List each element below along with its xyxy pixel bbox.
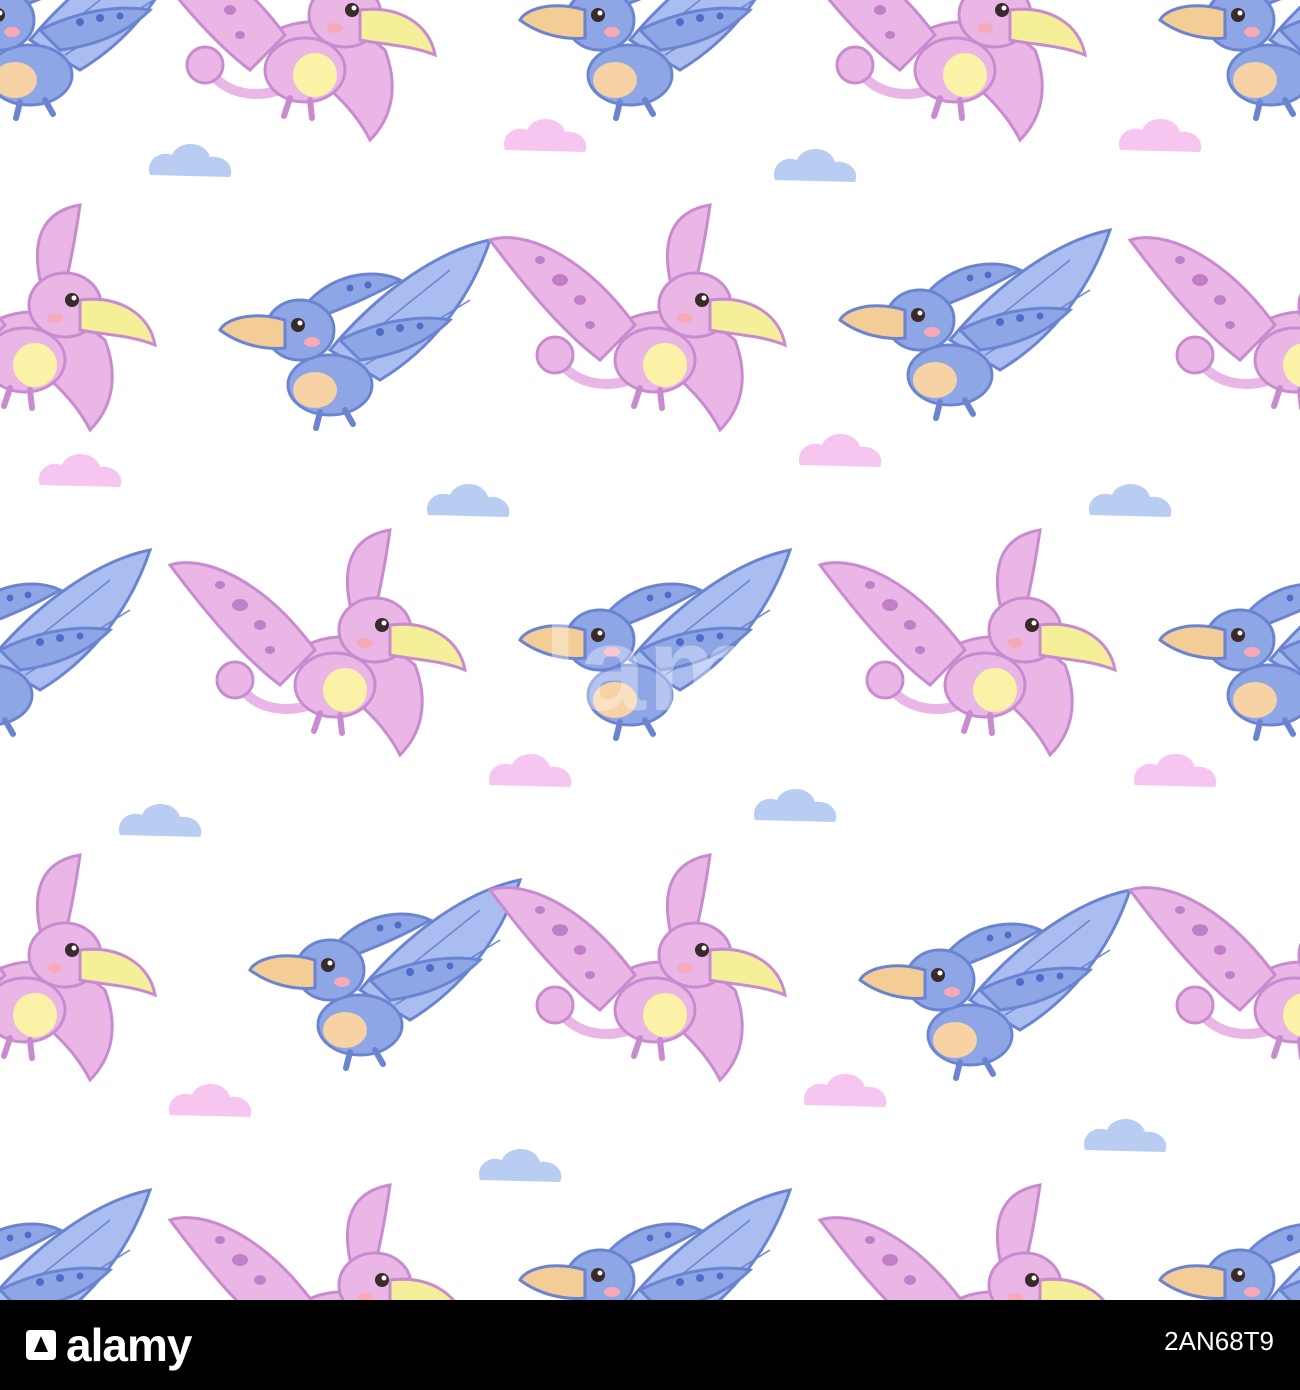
alamy-logo[interactable]: alamy bbox=[24, 1314, 192, 1376]
pattern-canvas bbox=[0, 0, 1300, 1300]
blue-cloud bbox=[427, 483, 510, 517]
blue-pterodactyl bbox=[520, 0, 790, 118]
pink-pterodactyl bbox=[0, 855, 155, 1080]
pink-pterodactyl bbox=[1130, 855, 1300, 1080]
pink-pterodactyl bbox=[140, 0, 435, 140]
pink-pterodactyl bbox=[1130, 205, 1300, 430]
pink-cloud bbox=[1134, 753, 1217, 787]
pink-cloud bbox=[39, 453, 122, 487]
pink-pterodactyl bbox=[170, 530, 465, 755]
blue-cloud bbox=[149, 143, 232, 177]
blue-pterodactyl bbox=[520, 1190, 790, 1300]
pink-pterodactyl bbox=[490, 855, 785, 1080]
footer-bar: alamy 2AN68T9 bbox=[0, 1300, 1300, 1390]
pink-cloud bbox=[1119, 118, 1202, 152]
seamless-pattern: alamy bbox=[0, 0, 1300, 1300]
pink-pterodactyl bbox=[820, 530, 1115, 755]
blue-cloud bbox=[1084, 1118, 1167, 1152]
pink-cloud bbox=[169, 1083, 252, 1117]
blue-pterodactyl bbox=[860, 890, 1130, 1078]
pink-cloud bbox=[489, 753, 572, 787]
blue-pterodactyl bbox=[1160, 550, 1300, 738]
pink-pterodactyl bbox=[490, 205, 785, 430]
blue-pterodactyl bbox=[1160, 0, 1300, 118]
pink-cloud bbox=[799, 433, 882, 467]
logo-text: alamy bbox=[66, 1319, 192, 1371]
pink-pterodactyl bbox=[790, 0, 1085, 140]
pink-pterodactyl bbox=[820, 1185, 1115, 1300]
blue-cloud bbox=[119, 803, 202, 837]
pink-cloud bbox=[804, 1073, 887, 1107]
alamy-logo-icon bbox=[26, 1330, 56, 1360]
image-id-label: 2AN68T9 bbox=[1164, 1326, 1274, 1356]
pink-pterodactyl bbox=[170, 1185, 465, 1300]
blue-cloud bbox=[479, 1148, 562, 1182]
blue-cloud bbox=[754, 788, 837, 822]
blue-pterodactyl bbox=[840, 230, 1110, 418]
blue-pterodactyl bbox=[0, 1190, 150, 1300]
pink-pterodactyl bbox=[0, 205, 155, 430]
blue-pterodactyl bbox=[250, 880, 520, 1068]
blue-pterodactyl bbox=[220, 240, 490, 428]
blue-pterodactyl bbox=[0, 550, 150, 738]
blue-pterodactyl bbox=[0, 0, 190, 118]
blue-cloud bbox=[1089, 483, 1172, 517]
blue-pterodactyl bbox=[1160, 1190, 1300, 1300]
blue-cloud bbox=[774, 148, 857, 182]
pink-cloud bbox=[504, 118, 587, 152]
blue-pterodactyl bbox=[520, 550, 790, 738]
